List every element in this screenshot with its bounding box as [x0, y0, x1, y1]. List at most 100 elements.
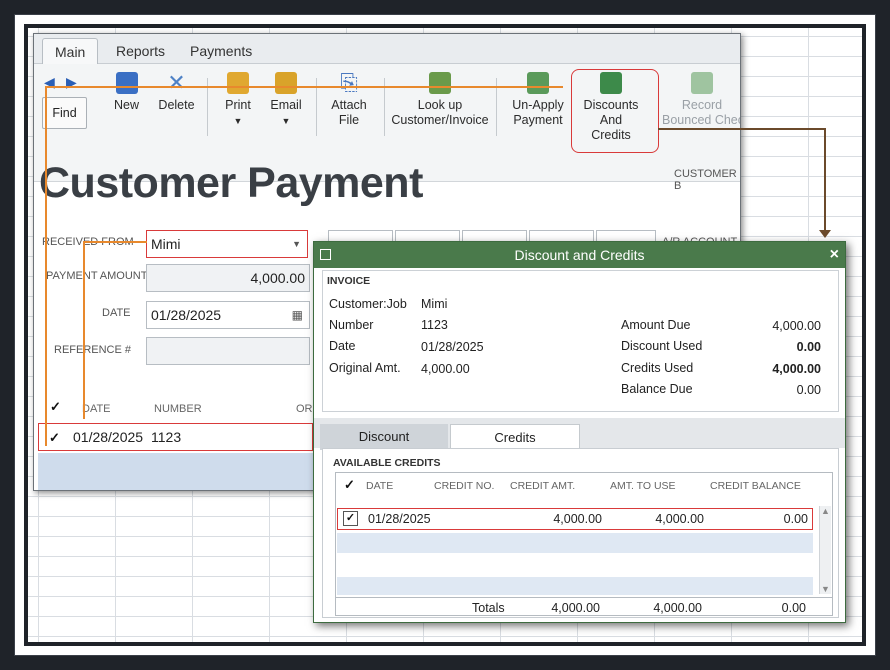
print-label: Print [225, 98, 251, 112]
received-from-value: Mimi [151, 236, 181, 252]
arrow-line [83, 241, 147, 243]
record-bounced-check-button[interactable]: Record Bounced Chec [662, 72, 741, 128]
reference-field[interactable] [146, 337, 310, 365]
invoice-grid-header: ✓ DATE NUMBER ORIG [46, 399, 324, 421]
table-row[interactable]: ✓ 01/28/2025 4,000.00 4,000.00 0.00 [337, 508, 813, 530]
vertical-scrollbar[interactable]: ▲ ▼ [819, 506, 831, 594]
scroll-down-icon[interactable]: ▼ [821, 584, 830, 594]
checkmark-header-icon: ✓ [344, 477, 355, 492]
number-value: 1123 [421, 318, 448, 332]
lookup-customer-invoice-button[interactable]: Look up Customer/Invoice [390, 72, 490, 128]
lookup-icon [429, 72, 451, 94]
email-envelope-icon [275, 72, 297, 94]
row-amt-to-use[interactable]: 4,000.00 [608, 512, 704, 526]
empty-row [337, 577, 813, 595]
tab-discount[interactable]: Discount [320, 424, 448, 450]
credits-table-header: ✓ DATE CREDIT NO. CREDIT AMT. AMT. TO US… [336, 473, 832, 495]
credits-used-value: 4,000.00 [772, 362, 821, 376]
arrow-line [45, 86, 47, 446]
lookup-label-line1: Look up [417, 98, 463, 112]
totals-credit-balance: 0.00 [781, 601, 806, 615]
unapply-payment-button[interactable]: Un-Apply Payment [508, 72, 568, 128]
tab-credits[interactable]: Credits [450, 424, 580, 450]
lookup-label-line2: Customer/Invoice [391, 113, 489, 127]
attach-file-button[interactable]: ⎘ Attach File [324, 72, 374, 128]
totals-label: Totals [472, 601, 505, 615]
delete-x-icon: ✕ [167, 70, 186, 95]
unapply-icon [527, 72, 549, 94]
scroll-up-icon[interactable]: ▲ [821, 506, 830, 516]
date-value: 01/28/2025 [421, 340, 484, 354]
record-label-line1: Record [681, 98, 723, 112]
print-dropdown-icon[interactable]: ▼ [234, 116, 243, 126]
email-dropdown-icon[interactable]: ▼ [282, 116, 291, 126]
chevron-down-icon[interactable]: ▼ [292, 231, 301, 257]
credits-panel: AVAILABLE CREDITS ✓ DATE CREDIT NO. CRED… [322, 448, 839, 618]
date-label: DATE [102, 307, 131, 319]
new-label: New [113, 98, 139, 112]
col-date: DATE [366, 480, 394, 492]
reference-label: REFERENCE # [54, 344, 132, 356]
payment-amount-field[interactable]: 4,000.00 [146, 264, 310, 292]
empty-row [337, 533, 813, 553]
row-checkbox-icon[interactable]: ✓ [343, 511, 358, 526]
row-number: 1123 [151, 429, 182, 445]
date-label: Date [329, 339, 356, 353]
printer-icon [227, 72, 249, 94]
find-button[interactable]: Find [42, 97, 87, 129]
row-credit-balance: 0.00 [783, 512, 808, 526]
col-credit-no: CREDIT NO. [434, 480, 495, 492]
received-from-select[interactable]: Mimi ▼ [146, 230, 308, 258]
table-row[interactable]: ✓ 01/28/2025 1123 [38, 423, 313, 451]
calendar-icon[interactable]: ▦ [292, 302, 303, 328]
record-label-line2: Bounced Chec [662, 113, 741, 127]
next-arrow-icon[interactable]: ▶ [66, 74, 77, 91]
col-amt-to-use: AMT. TO USE [610, 480, 676, 492]
invoice-section-title: INVOICE [327, 275, 371, 287]
arrow-line [45, 86, 563, 88]
print-button[interactable]: Print ▼ [218, 72, 258, 129]
totals-credit-amt: 4,000.00 [551, 601, 600, 615]
arrow-head-icon [819, 230, 831, 238]
original-amt-value: 4,000.00 [421, 362, 470, 376]
row-date: 01/28/2025 [73, 429, 144, 445]
page-title: Customer Payment [39, 159, 423, 207]
new-button[interactable]: New [104, 72, 149, 113]
unapply-label-line2: Payment [513, 113, 563, 127]
date-value: 01/28/2025 [151, 307, 222, 323]
email-label: Email [270, 98, 302, 112]
dialog-titlebar: Discount and Credits × [314, 242, 845, 268]
available-credits-title: AVAILABLE CREDITS [333, 457, 441, 469]
ribbon-tabs: Main Reports Payments [34, 34, 740, 64]
tab-payments[interactable]: Payments [178, 38, 264, 64]
col-date: DATE [82, 403, 111, 415]
empty-row [337, 555, 813, 575]
window-menu-icon[interactable] [320, 249, 331, 260]
paperclip-icon: ⎘ [340, 70, 358, 95]
arrow-line [824, 128, 826, 232]
tab-main[interactable]: Main [42, 38, 99, 64]
new-document-icon [115, 72, 138, 94]
checkmark-header-icon: ✓ [50, 399, 61, 414]
balance-due-label: Balance Due [621, 382, 693, 396]
invoice-section: INVOICE Customer:Job Mimi Number 1123 Da… [322, 270, 839, 412]
balance-due-value: 0.00 [796, 383, 821, 397]
customer-job-value: Mimi [421, 297, 448, 311]
row-check-icon[interactable]: ✓ [49, 430, 60, 446]
date-field[interactable]: 01/28/2025 ▦ [146, 301, 310, 329]
row-date: 01/28/2025 [368, 512, 431, 526]
delete-button[interactable]: ✕ Delete [154, 72, 199, 113]
amount-due-value: 4,000.00 [772, 319, 821, 333]
arrow-line [83, 241, 85, 419]
payment-amount-label: PAYMENT AMOUNT [46, 270, 148, 282]
attach-label-line2: File [338, 113, 360, 127]
tab-reports[interactable]: Reports [104, 38, 177, 64]
email-button[interactable]: Email ▼ [266, 72, 306, 129]
discount-credits-dialog: Discount and Credits × INVOICE Customer:… [313, 241, 846, 623]
discounts-highlight-box [571, 69, 659, 153]
totals-row: Totals 4,000.00 4,000.00 0.00 [336, 597, 832, 617]
close-icon[interactable]: × [830, 242, 839, 268]
col-credit-balance: CREDIT BALANCE [710, 480, 801, 492]
credits-used-label: Credits Used [621, 361, 694, 375]
number-label: Number [329, 318, 374, 332]
